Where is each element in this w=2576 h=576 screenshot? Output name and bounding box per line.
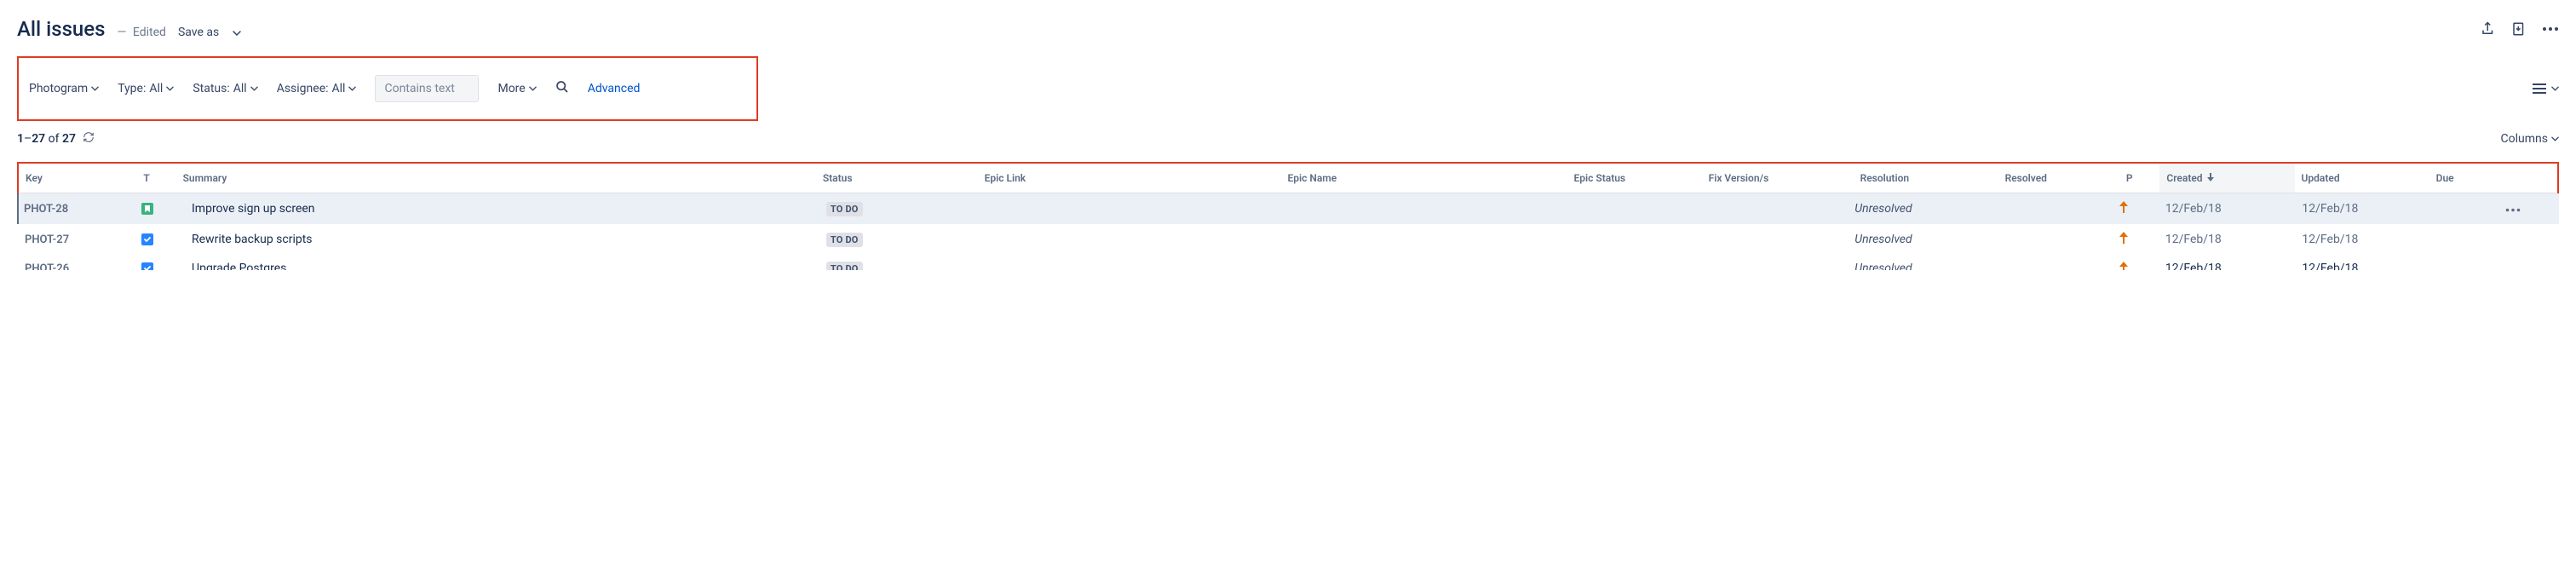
col-header-resolved[interactable]: Resolved [1998,164,2119,193]
created-cell: 12/Feb/18 [2159,224,2296,255]
assignee-filter[interactable]: Assignee: All [277,82,357,95]
updated-cell: 12/Feb/18 [2295,224,2432,255]
status-badge: TO DO [826,262,863,270]
chevron-down-icon [2551,136,2559,141]
table-row[interactable]: PHOT-28 Improve sign up screen TO DO Unr… [18,193,2559,224]
search-button[interactable] [555,80,569,97]
col-header-due[interactable]: Due [2429,164,2497,193]
refresh-button[interactable] [83,131,95,147]
results-count: 1–27 of 27 [17,131,95,147]
fix-version-cell [1698,224,1848,255]
header-right [2481,21,2559,37]
edited-indicator: — Edited [118,26,166,39]
task-type-icon [141,233,153,245]
col-header-type[interactable]: T [136,164,175,193]
due-cell [2432,224,2498,255]
page-header: All issues — Edited Save as [17,17,2559,41]
save-as-label: Save as [178,26,219,39]
epic-name-cell [1280,224,1564,255]
priority-medium-icon [2119,203,2129,216]
epic-status-cell [1564,224,1698,255]
fix-version-cell [1698,193,1848,224]
issues-table-wrap: Key T Summary Status Epic Link Epic Name… [17,162,2559,193]
col-header-key[interactable]: Key [19,164,136,193]
columns-button[interactable]: Columns [2501,132,2559,146]
col-header-actions [2497,164,2557,193]
epic-name-cell [1280,193,1564,224]
list-view-icon [2533,84,2546,94]
epic-link-cell [980,224,1280,255]
page-title: All issues [17,17,106,41]
status-badge: TO DO [826,202,863,216]
issues-table: Key T Summary Status Epic Link Epic Name… [19,164,2557,193]
resolution-cell: Unresolved [1854,262,1912,270]
resolved-cell [1992,193,2112,224]
updated-cell: 12/Feb/18 [2302,262,2425,270]
issue-key-link[interactable]: PHOT-27 [25,233,69,246]
resolved-cell [1992,224,2112,255]
col-header-resolution[interactable]: Resolution [1854,164,1998,193]
col-header-epic-link[interactable]: Epic Link [978,164,1281,193]
col-header-fix-versions[interactable]: Fix Version/s [1702,164,1854,193]
task-type-icon [141,262,153,270]
chevron-down-icon [529,86,537,91]
share-button[interactable] [2481,21,2496,37]
chevron-down-icon [166,86,174,91]
chevron-down-icon [233,26,241,39]
row-actions-button[interactable] [2505,202,2521,216]
advanced-search-link[interactable]: Advanced [588,82,641,95]
issue-key-link[interactable]: PHOT-28 [24,203,68,216]
text-search-input[interactable] [375,75,479,102]
columns-label: Columns [2501,132,2548,146]
table-header: Key T Summary Status Epic Link Epic Name… [19,164,2557,193]
resolution-cell: Unresolved [1854,233,1912,246]
row-actions-cell [2498,224,2559,255]
results-summary-row: 1–27 of 27 Columns [17,131,2559,147]
more-filters-button[interactable]: More [497,82,536,95]
export-button[interactable] [2511,21,2527,37]
chevron-down-icon [2551,86,2559,91]
chevron-down-icon [250,86,258,91]
issue-summary-link[interactable]: Upgrade Postgres [192,262,286,270]
status-badge: TO DO [826,233,863,247]
issue-summary-link[interactable]: Rewrite backup scripts [192,233,313,246]
project-filter[interactable]: Photogram [29,82,99,95]
updated-cell: 12/Feb/18 [2295,193,2432,224]
more-actions-button[interactable] [2542,26,2559,32]
chevron-down-icon [348,86,356,91]
col-header-status[interactable]: Status [816,164,978,193]
header-left: All issues — Edited Save as [17,17,241,41]
due-cell [2432,193,2498,224]
col-header-updated[interactable]: Updated [2295,164,2429,193]
save-as-button[interactable]: Save as [178,26,241,39]
issues-table-body: PHOT-28 Improve sign up screen TO DO Unr… [17,193,2559,270]
col-header-priority[interactable]: P [2119,164,2159,193]
col-header-summary[interactable]: Summary [176,164,816,193]
status-filter[interactable]: Status: All [193,82,257,95]
created-cell: 12/Feb/18 [2165,262,2289,270]
sort-descending-icon [2207,172,2214,184]
col-header-epic-status[interactable]: Epic Status [1567,164,1702,193]
priority-medium-icon [2119,263,2129,270]
priority-medium-icon [2119,233,2129,247]
issue-summary-link[interactable]: Improve sign up screen [192,202,315,216]
col-header-epic-name[interactable]: Epic Name [1280,164,1567,193]
col-header-created[interactable]: Created [2159,164,2294,193]
resolution-cell: Unresolved [1854,202,1912,216]
story-type-icon [141,203,153,215]
epic-link-cell [980,193,1280,224]
view-toggle-button[interactable] [2533,84,2559,94]
more-label: More [497,82,525,95]
project-filter-label: Photogram [29,82,88,95]
table-row[interactable]: PHOT-26 Upgrade Postgres TO DO Unresolve… [18,255,2559,270]
created-cell: 12/Feb/18 [2159,193,2296,224]
table-row[interactable]: PHOT-27 Rewrite backup scripts TO DO Unr… [18,224,2559,255]
chevron-down-icon [91,86,99,91]
type-filter[interactable]: Type: All [118,82,174,95]
issue-key-link[interactable]: PHOT-26 [25,262,69,270]
epic-status-cell [1564,193,1698,224]
